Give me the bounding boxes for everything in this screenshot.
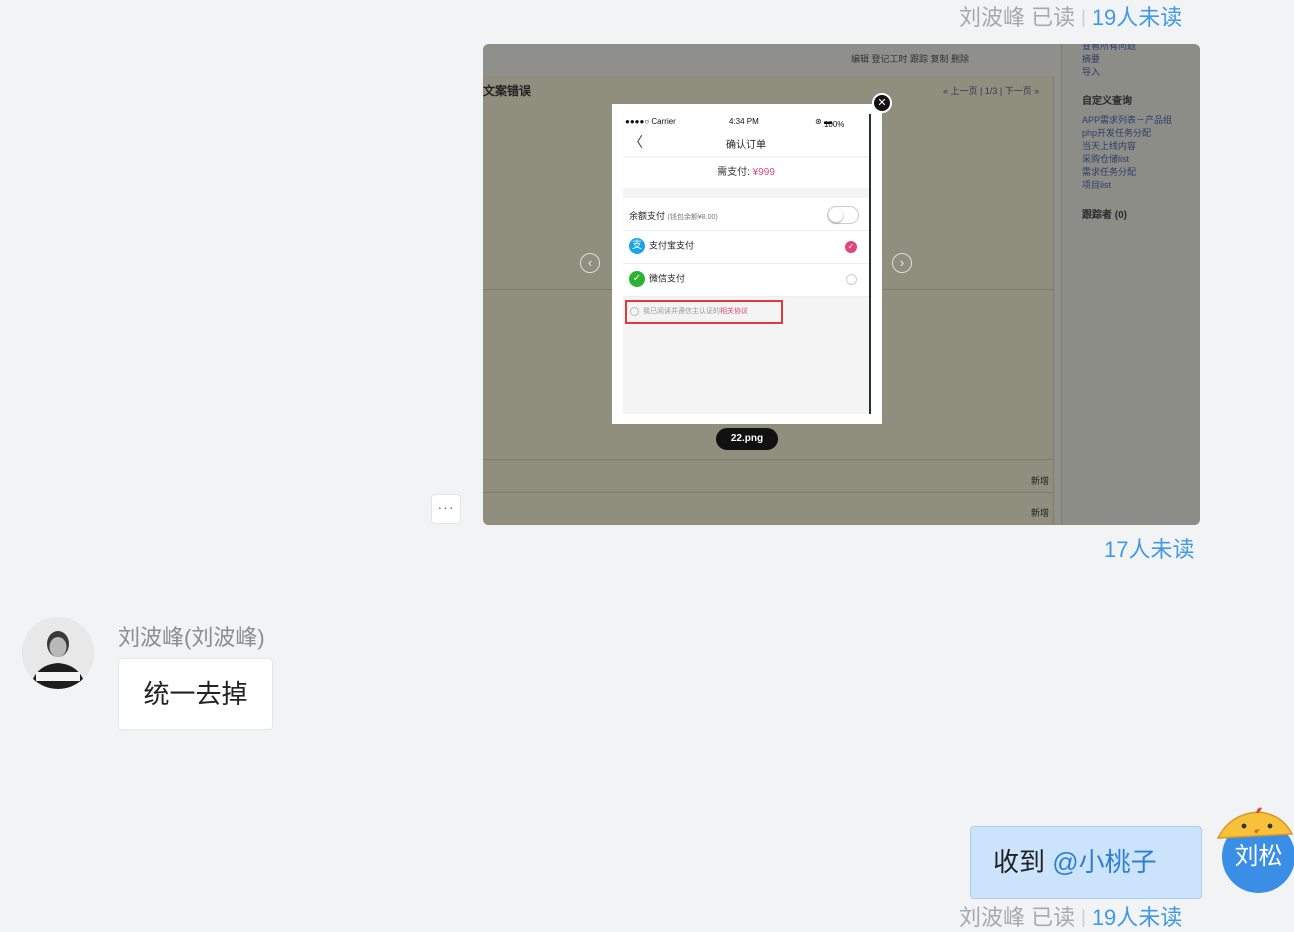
read-separator: |: [1081, 7, 1086, 27]
avatar-initials: 刘松: [1234, 843, 1283, 870]
embedded-new-label: 新增: [1031, 508, 1050, 518]
embedded-toolbar: 编辑 登记工时 跟踪 复制 删除: [851, 54, 970, 64]
read-status-bottom: 刘波峰 已读 | 19人未读: [959, 905, 1183, 930]
read-status-image: 17人未读: [1104, 532, 1194, 564]
more-options-button[interactable]: ···: [431, 494, 461, 524]
close-icon[interactable]: ✕: [872, 93, 892, 113]
alipay-icon: 支: [629, 238, 645, 254]
embedded-pager: « 上一页 | 1/3 | 下一页 »: [943, 86, 1040, 96]
phone-screen: ●●●●○ Carrier 4:34 PM ⊛ 100% ▬ 〈 确认订单 需支…: [623, 114, 871, 414]
check-icon: ✓: [845, 241, 857, 253]
image-message[interactable]: 编辑 登记工时 跟踪 复制 删除 文案错误 « 上一页 | 1/3 | 下一页 …: [483, 44, 1200, 525]
toggle-icon: [827, 206, 859, 224]
next-arrow-icon: ›: [892, 253, 912, 273]
mention-link[interactable]: @小桃子: [1052, 847, 1156, 877]
alipay-row: 支支付宝支付 ✓: [623, 231, 869, 264]
radio-icon: [846, 274, 857, 285]
sender-avatar[interactable]: [22, 617, 94, 689]
sender-name: 刘波峰(刘波峰): [118, 625, 265, 650]
unread-count-link[interactable]: 19人未读: [1092, 5, 1182, 30]
embedded-title: 文案错误: [483, 84, 532, 98]
unread-count-link[interactable]: 17人未读: [1104, 537, 1194, 562]
image-preview-frame: ●●●●○ Carrier 4:34 PM ⊛ 100% ▬ 〈 确认订单 需支…: [612, 104, 882, 424]
wechat-pay-row: ✓ 微信支付: [623, 264, 869, 297]
read-by-label: 刘波峰 已读: [959, 5, 1076, 30]
phone-pay-amount: 需支付: ¥999: [623, 158, 869, 188]
received-message-bubble[interactable]: 统一去掉: [118, 658, 273, 730]
file-name-label: 22.png: [716, 428, 778, 450]
phone-title: 确认订单: [726, 140, 766, 151]
person-avatar-icon: [22, 617, 94, 689]
prev-arrow-icon: ‹: [580, 253, 600, 273]
read-status-top: 刘波峰 已读 | 19人未读: [959, 0, 1182, 32]
agreement-highlight: 我已阅读并遵信主认证的相关协议: [625, 300, 783, 324]
sent-message-text: 收到: [993, 847, 1046, 877]
phone-status-bar: ●●●●○ Carrier 4:34 PM ⊛ 100% ▬: [623, 114, 869, 129]
checkbox-icon: [630, 307, 639, 316]
embedded-new-label: 新增: [1031, 476, 1050, 486]
balance-pay-row: 余额支付 (钱包余额¥8.00): [623, 198, 869, 231]
chick-mascot-icon: [1216, 807, 1294, 839]
wechat-icon: ✓: [629, 271, 645, 287]
phone-nav-bar: 〈 确认订单: [623, 128, 869, 156]
embedded-sidebar: 查看所有问题 摘要 导入 自定义查询 APP需求列表－产品组 php开发任务分配…: [1061, 44, 1200, 525]
sent-message-bubble[interactable]: 收到 @小桃子: [970, 826, 1202, 899]
